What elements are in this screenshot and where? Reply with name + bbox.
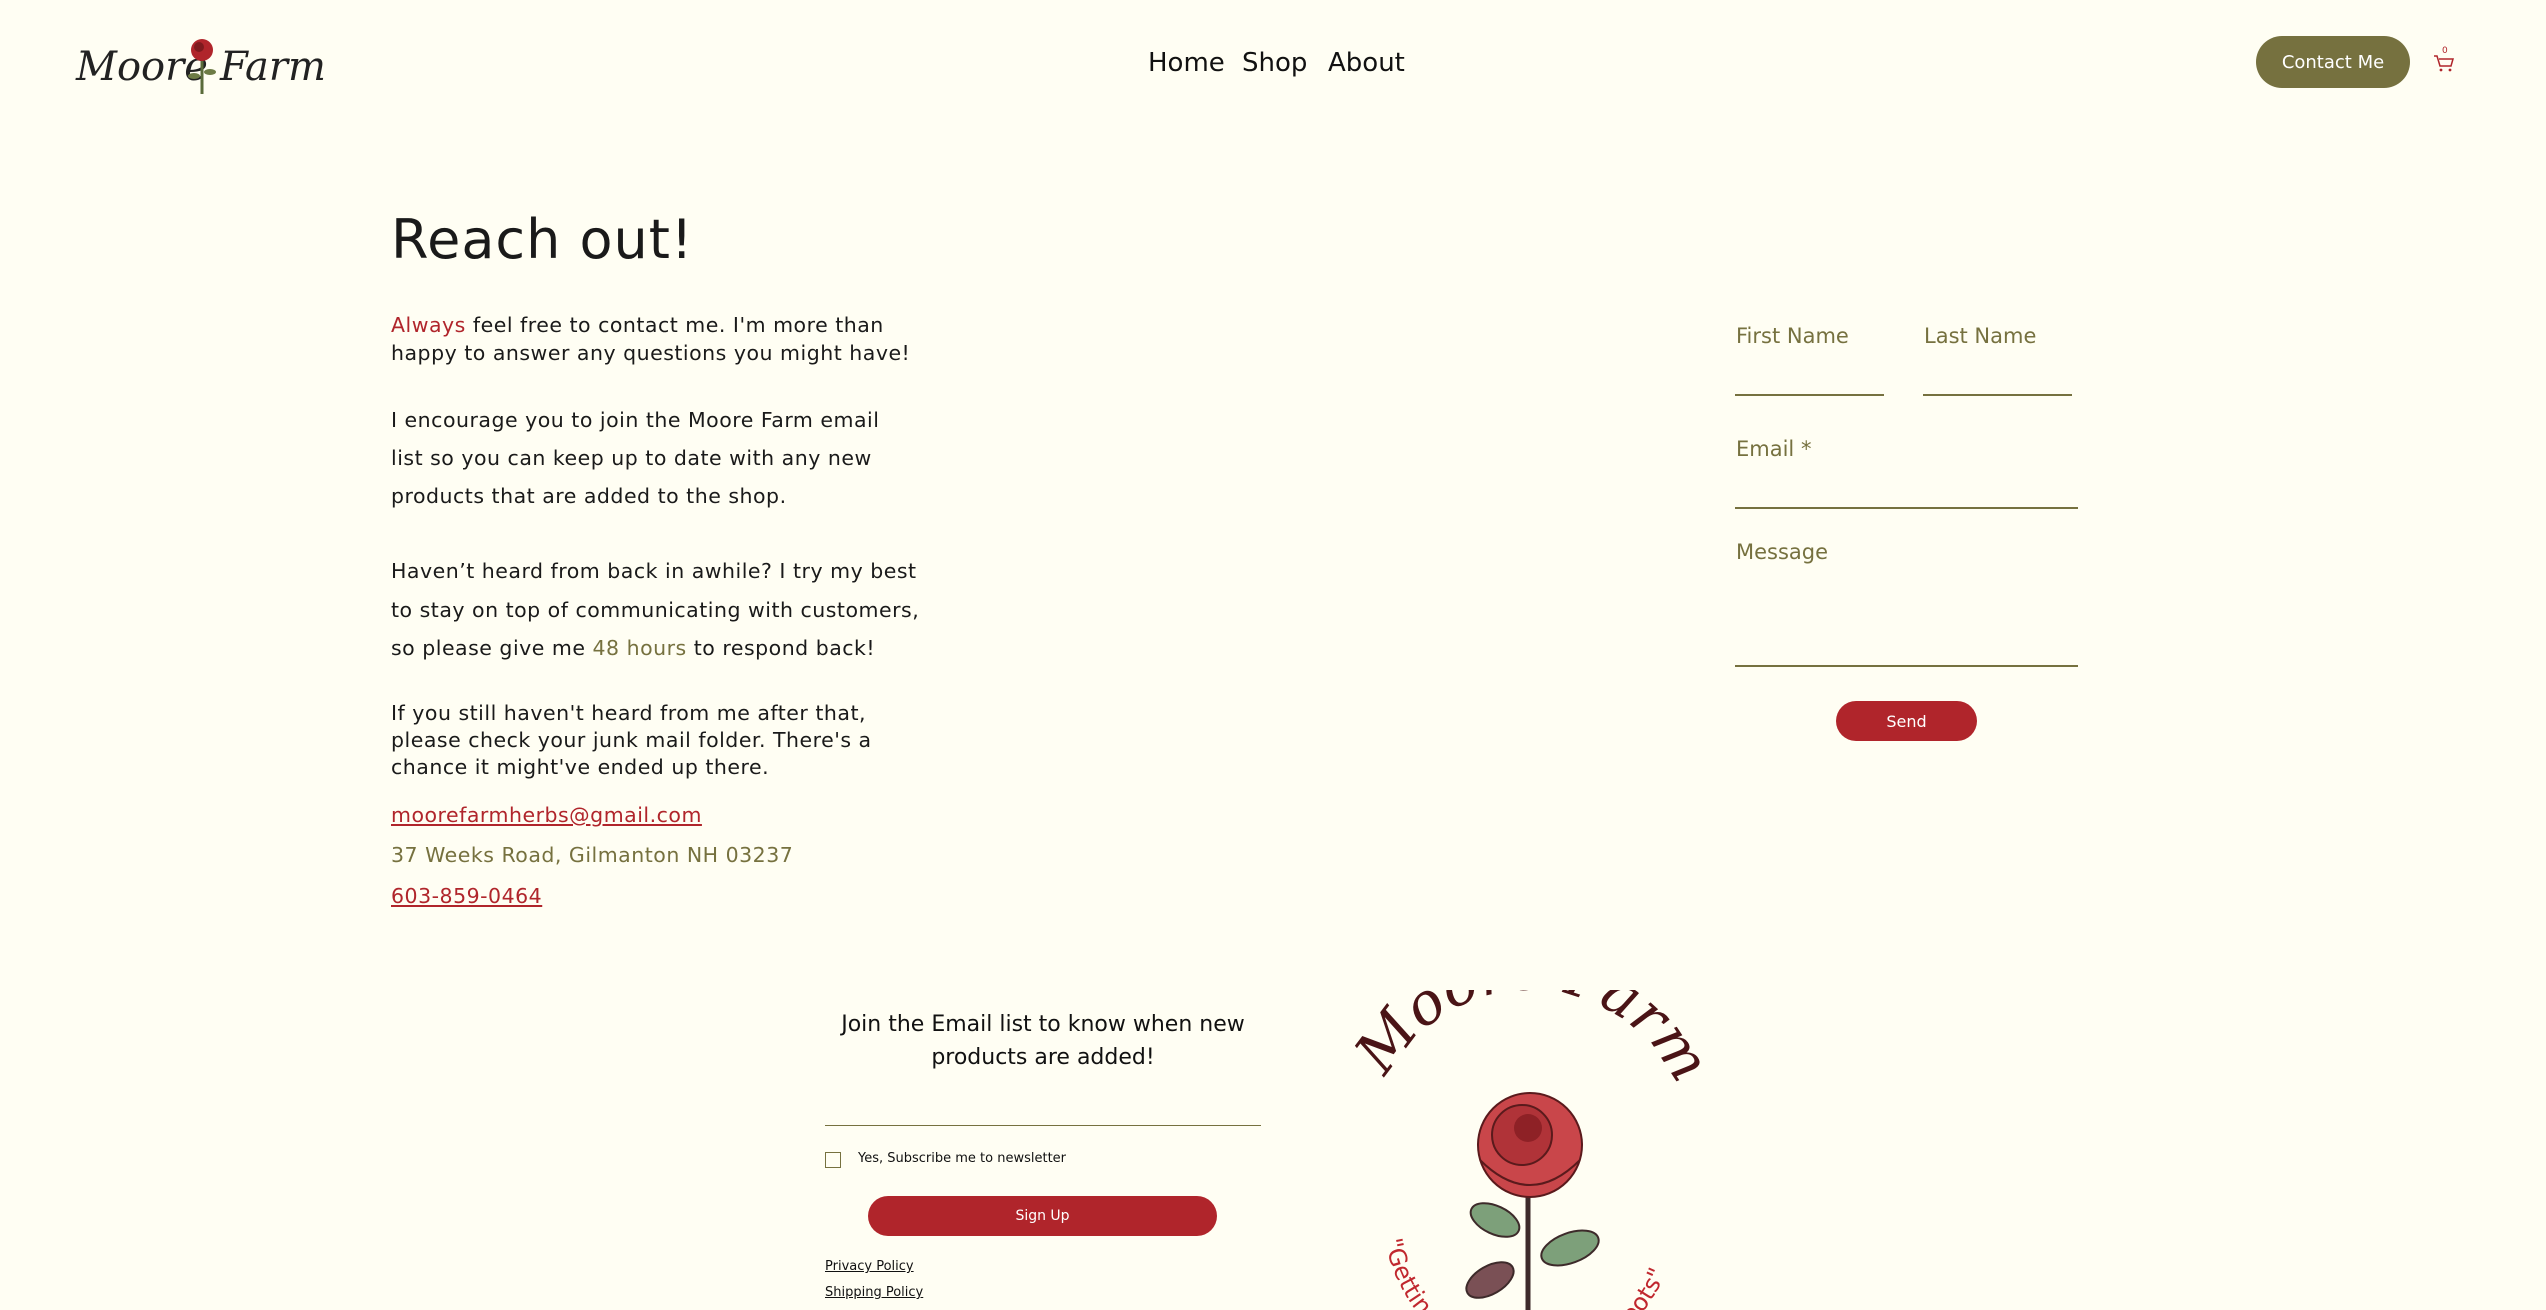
site-logo[interactable]: Moore Farm (72, 28, 372, 98)
paragraph-line: If you still haven't heard from me after… (391, 701, 867, 725)
paragraph-line: Haven’t heard from back in awhile? I try… (391, 559, 917, 583)
paragraph-line: list so you can keep up to date with any… (391, 446, 872, 470)
paragraph-line: please check your junk mail folder. Ther… (391, 728, 872, 752)
nav-shop[interactable]: Shop (1242, 48, 1307, 78)
svg-text:"Gettin: "Gettin (1379, 1235, 1438, 1310)
intro-text: feel free to contact me. I'm more than (465, 313, 884, 337)
paragraph-line: to stay on top of communicating with cus… (391, 597, 920, 622)
sign-up-button[interactable]: Sign Up (868, 1196, 1217, 1236)
cart-count: 0 (2442, 46, 2448, 56)
signup-heading-line: products are added! (931, 1045, 1155, 1070)
hours-highlight: 48 hours (592, 636, 687, 660)
svg-text:Farm: Farm (219, 44, 326, 90)
privacy-policy-link[interactable]: Privacy Policy (825, 1259, 914, 1274)
email-link[interactable]: moorefarmherbs@gmail.com (391, 803, 702, 827)
email-label: Email * (1736, 437, 1812, 461)
email-list-paragraph: I encourage you to join the Moore Farm e… (391, 401, 879, 515)
email-input[interactable] (1735, 463, 2078, 509)
paragraph-line: to respond back! (686, 636, 876, 660)
message-textarea[interactable] (1735, 566, 2078, 667)
contact-me-button[interactable]: Contact Me (2256, 36, 2410, 88)
last-name-label: Last Name (1924, 324, 2037, 348)
cart-button[interactable]: 0 (2432, 46, 2456, 74)
signup-heading: Join the Email list to know when new pro… (825, 1008, 1261, 1074)
moore-farm-rose-logo: Moore Farm "Gettin Roots" (1330, 990, 1730, 1310)
junk-mail-paragraph: If you still haven't heard from me after… (391, 700, 872, 781)
signup-heading-line: Join the Email list to know when new (841, 1012, 1245, 1037)
svg-text:Moore Farm: Moore Farm (1341, 990, 1724, 1093)
paragraph-line: products that are added to the shop. (391, 484, 787, 508)
nav-about[interactable]: About (1328, 48, 1405, 78)
send-button[interactable]: Send (1836, 701, 1977, 741)
paragraph-line: so please give me (391, 636, 593, 660)
subscribe-checkbox-label: Yes, Subscribe me to newsletter (858, 1151, 1067, 1166)
paragraph-line: chance it might've ended up there. (391, 755, 770, 779)
first-name-input[interactable] (1735, 350, 1884, 396)
first-name-label: First Name (1736, 324, 1849, 348)
response-time-paragraph: Haven’t heard from back in awhile? I try… (391, 552, 919, 668)
shipping-policy-link[interactable]: Shipping Policy (825, 1285, 923, 1300)
paragraph-line: I encourage you to join the Moore Farm e… (391, 408, 880, 432)
last-name-input[interactable] (1923, 350, 2072, 396)
message-label: Message (1736, 540, 1829, 564)
nav-home[interactable]: Home (1148, 48, 1225, 78)
address-text: 37 Weeks Road, Gilmanton NH 03237 (391, 843, 794, 867)
svg-text:Roots": Roots" (1606, 1264, 1672, 1310)
always-highlight: Always (391, 313, 466, 337)
signup-email-input[interactable] (825, 1085, 1261, 1126)
subscribe-checkbox[interactable] (825, 1152, 841, 1168)
intro-paragraph: Always feel free to contact me. I'm more… (391, 311, 910, 367)
page-title: Reach out! (391, 208, 694, 271)
intro-text: happy to answer any questions you might … (391, 341, 911, 365)
phone-link[interactable]: 603-859-0464 (391, 884, 542, 908)
svg-text:Moore: Moore (75, 44, 208, 90)
